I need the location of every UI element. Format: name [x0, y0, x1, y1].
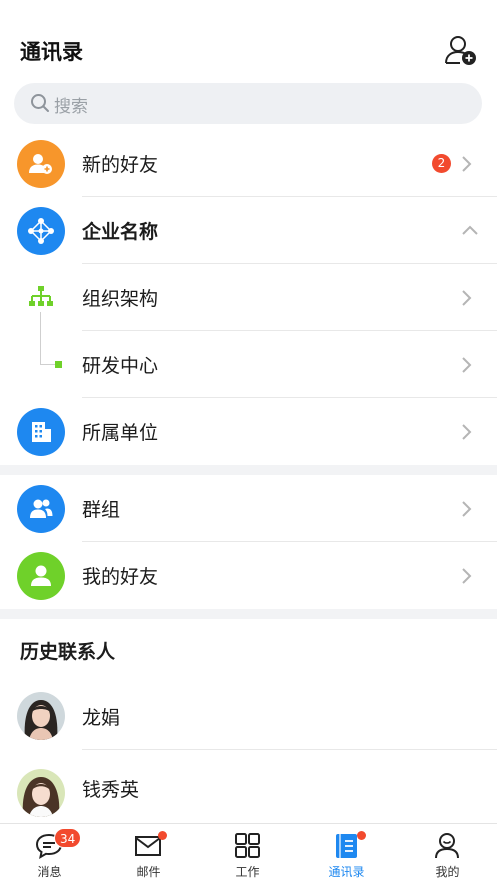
affiliated-unit-label: 所属单位: [82, 422, 159, 444]
avatar: [17, 692, 65, 740]
add-friend-icon: [17, 140, 65, 188]
chevron-right-icon: [462, 501, 472, 517]
chevron-right-icon: [462, 424, 472, 440]
page-title: 通讯录: [20, 40, 83, 64]
chevron-right-icon: [462, 568, 472, 584]
chevron-up-icon[interactable]: [460, 223, 480, 237]
tab-label: 通讯录: [328, 865, 365, 879]
rd-center-item[interactable]: 研发中心: [0, 331, 497, 398]
tab-label: 消息: [37, 865, 62, 879]
tab-me[interactable]: 我的: [398, 824, 497, 883]
contact-name: 钱秀英: [82, 779, 140, 801]
contact-item[interactable]: 钱秀英: [0, 755, 497, 822]
add-contact-icon[interactable]: [444, 34, 478, 66]
company-label: 企业名称: [82, 221, 159, 243]
tab-mail[interactable]: 邮件: [99, 824, 198, 883]
bottom-tab-bar: 34 消息 邮件 工作 通讯录 我的: [0, 823, 497, 883]
chevron-right-icon: [462, 290, 472, 306]
tab-label: 邮件: [136, 865, 161, 879]
divider: [82, 749, 497, 750]
groups-label: 群组: [82, 499, 121, 521]
network-icon: [17, 207, 65, 255]
person-icon: [17, 552, 65, 600]
tab-messages[interactable]: 34 消息: [0, 824, 99, 883]
mail-dot: [158, 831, 167, 840]
contact-item[interactable]: 龙娟: [0, 683, 497, 750]
header: 通讯录: [0, 0, 497, 80]
new-friends-label: 新的好友: [82, 154, 159, 176]
tab-contacts[interactable]: 通讯录: [297, 824, 396, 883]
affiliated-unit-item[interactable]: 所属单位: [0, 398, 497, 465]
section-gap: [0, 609, 497, 619]
search-placeholder: 搜索: [54, 97, 88, 117]
new-friends-badge: 2: [432, 154, 451, 173]
tab-work[interactable]: 工作: [198, 824, 297, 883]
avatar: [17, 769, 65, 817]
search-input[interactable]: 搜索: [14, 83, 482, 124]
group-icon: [17, 485, 65, 533]
history-contacts-title: 历史联系人: [20, 641, 116, 663]
chevron-right-icon: [462, 357, 472, 373]
chevron-right-icon: [462, 156, 472, 172]
rd-center-label: 研发中心: [82, 355, 159, 377]
new-friends-item[interactable]: 新的好友 2: [0, 130, 497, 197]
contacts-dot: [357, 831, 366, 840]
groups-item[interactable]: 群组: [0, 475, 497, 542]
building-icon: [17, 408, 65, 456]
my-friends-item[interactable]: 我的好友: [0, 542, 497, 609]
tab-label: 我的: [435, 865, 460, 879]
my-friends-label: 我的好友: [82, 566, 159, 588]
org-structure-item[interactable]: 组织架构: [0, 264, 497, 331]
search-icon: [31, 94, 49, 112]
contact-name: 龙娟: [82, 707, 121, 729]
messages-badge: 34: [54, 828, 82, 848]
grid-icon: [235, 833, 260, 858]
org-structure-label: 组织架构: [82, 288, 159, 310]
company-item[interactable]: 企业名称: [0, 197, 497, 264]
section-gap: [0, 465, 497, 475]
org-chart-icon: [29, 286, 53, 306]
tab-label: 工作: [235, 865, 260, 879]
profile-icon: [435, 833, 459, 859]
